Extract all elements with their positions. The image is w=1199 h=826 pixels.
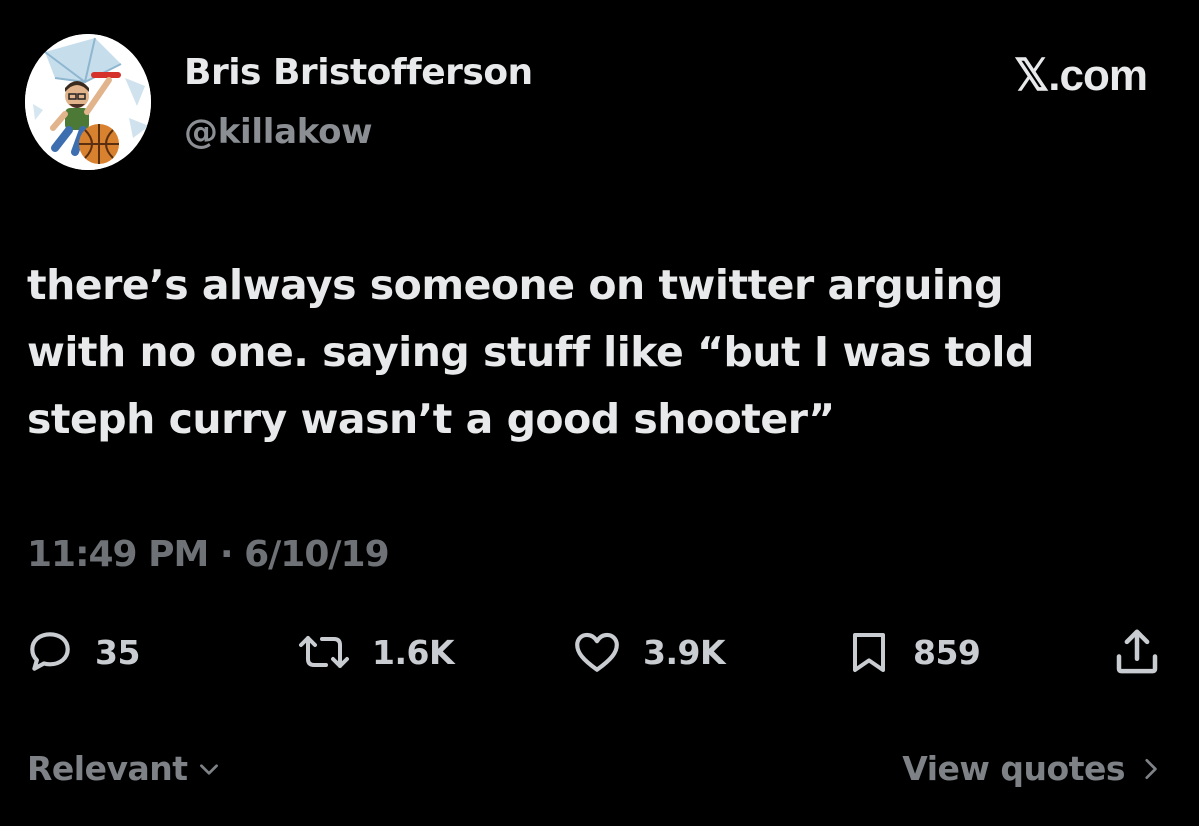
bookmark-count: 859: [913, 632, 981, 672]
sort-dropdown[interactable]: Relevant: [27, 749, 222, 788]
sort-label: Relevant: [27, 749, 188, 788]
x-logo: 𝕏.com: [1013, 51, 1148, 100]
view-quotes-link[interactable]: View quotes: [902, 749, 1163, 788]
share-button[interactable]: [1110, 622, 1164, 682]
view-quotes-label: View quotes: [902, 749, 1125, 788]
reply-icon: [30, 632, 70, 671]
bookmark-button[interactable]: 859: [845, 622, 981, 682]
tweet-text-line: there’s always someone on twitter arguin…: [27, 261, 1004, 309]
reply-count: 35: [95, 632, 140, 672]
heart-icon: [575, 632, 619, 672]
repost-button[interactable]: 1.6K: [296, 622, 455, 682]
chevron-down-icon: [199, 763, 218, 775]
tweet-timestamp[interactable]: 11:49 PM · 6/10/19: [27, 534, 390, 575]
repost-icon: [299, 636, 349, 668]
author-handle[interactable]: @killakow: [184, 112, 373, 152]
author-display-name[interactable]: Bris Bristofferson: [184, 52, 533, 93]
bookmark-icon: [853, 633, 885, 672]
repost-count: 1.6K: [372, 632, 455, 672]
action-bar: 35 1.6K 3.9K 859: [0, 622, 1199, 682]
avatar-image: [25, 34, 151, 170]
tweet-text-line: with no one. saying stuff like “but I wa…: [27, 328, 1034, 376]
share-icon: [1116, 629, 1158, 674]
tweet-text: there’s always someone on twitter arguin…: [27, 252, 1147, 453]
avatar[interactable]: [25, 34, 151, 170]
chevron-right-icon: [1145, 758, 1157, 779]
reply-button[interactable]: 35: [25, 622, 140, 682]
tweet-text-line: steph curry wasn’t a good shooter”: [27, 395, 835, 443]
like-button[interactable]: 3.9K: [571, 622, 726, 682]
like-count: 3.9K: [643, 632, 726, 672]
